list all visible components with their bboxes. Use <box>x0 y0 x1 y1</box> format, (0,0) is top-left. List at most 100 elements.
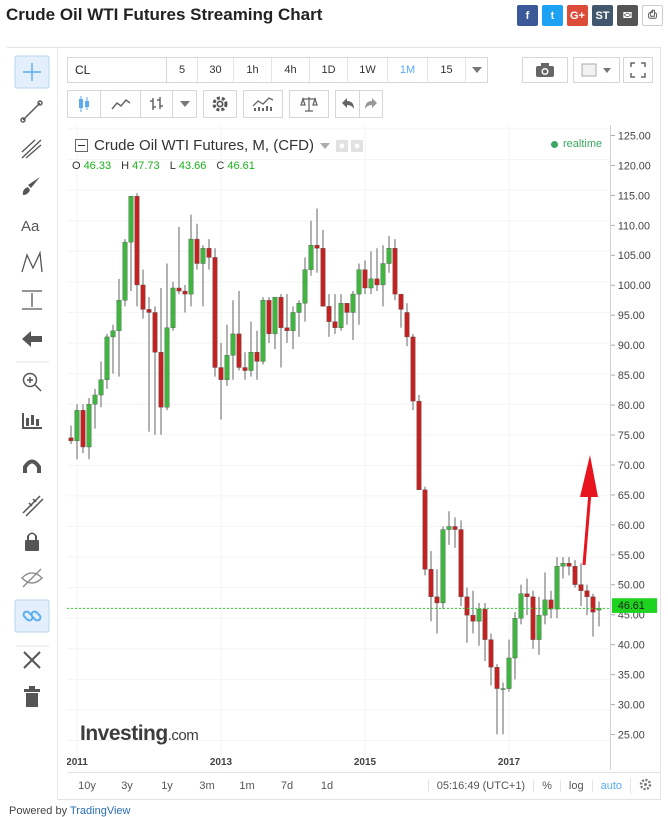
interval-4h[interactable]: 4h <box>271 58 309 82</box>
arrow-head <box>580 455 598 497</box>
candle-body <box>368 278 374 289</box>
realtime-indicator: realtime <box>551 138 602 150</box>
candle <box>164 263 170 411</box>
log-toggle[interactable]: log <box>559 779 592 792</box>
interval-5[interactable]: 5 <box>167 58 197 82</box>
interval-15[interactable]: 15 <box>427 58 465 82</box>
range-3y[interactable]: 3y <box>107 780 147 792</box>
symbol-search-input[interactable]: CL <box>67 57 167 83</box>
bars-style-button[interactable] <box>141 90 173 118</box>
magnet-icon <box>23 459 41 473</box>
range-1m[interactable]: 1m <box>227 780 267 792</box>
range-1y[interactable]: 1y <box>147 780 187 792</box>
candle <box>386 236 392 273</box>
interval-1d[interactable]: 1D <box>309 58 347 82</box>
price-tick-label: 80.00 <box>618 400 645 412</box>
range-3m[interactable]: 3m <box>187 780 227 792</box>
chevron-down-icon[interactable] <box>320 142 331 149</box>
zoom-icon <box>22 372 42 392</box>
compare-button[interactable] <box>289 90 329 118</box>
undo-button[interactable] <box>335 90 359 118</box>
candle <box>530 590 536 649</box>
candle <box>584 584 590 616</box>
print-icon[interactable]: ⎙ <box>642 5 663 26</box>
price-tick-label: 40.00 <box>618 640 645 652</box>
scale-settings-button[interactable] <box>630 777 660 794</box>
percent-toggle[interactable]: % <box>533 779 560 792</box>
time-tick-label: 2015 <box>354 757 377 768</box>
candle <box>266 297 272 344</box>
candle <box>464 587 470 643</box>
candle <box>122 239 128 307</box>
indicators-button[interactable] <box>243 90 283 118</box>
chart-settings-button[interactable] <box>203 90 237 118</box>
candle <box>218 343 224 420</box>
chevron-down-icon <box>179 101 190 107</box>
candle <box>152 306 158 435</box>
tradingview-link[interactable]: TradingView <box>70 805 131 817</box>
chart-type-dropdown[interactable] <box>173 90 197 118</box>
candle <box>392 239 398 301</box>
candle-body <box>254 352 260 362</box>
chart-style-dropdown[interactable] <box>573 57 620 83</box>
candle-body <box>158 352 164 408</box>
candle-body <box>554 566 560 610</box>
email-icon[interactable]: ✉ <box>617 5 638 26</box>
bottom-bar: 10y 3y 1y 3m 1m 7d 1d 05:16:49 (UTC+1)% log auto <box>67 772 660 798</box>
legend-actions-icon[interactable] <box>336 139 366 152</box>
range-1d[interactable]: 1d <box>307 780 347 792</box>
price-tick-label: 65.00 <box>618 490 645 502</box>
ohlc-values: O 46.33 H 47.73 L 43.66 C 46.61 <box>72 160 255 172</box>
interval-dropdown[interactable] <box>465 58 487 82</box>
candle-body <box>392 248 398 295</box>
candles-style-button[interactable] <box>67 90 101 118</box>
google-plus-icon[interactable]: G+ <box>567 5 588 26</box>
collapse-legend-icon[interactable] <box>75 139 88 152</box>
facebook-icon[interactable]: f <box>517 5 538 26</box>
stocktwits-icon[interactable]: ST <box>592 5 613 26</box>
area-style-button[interactable] <box>101 90 141 118</box>
interval-selector: 5 30 1h 4h 1D 1W 1M 15 <box>167 57 488 83</box>
candle-body <box>134 196 140 286</box>
price-tick-label: 100.00 <box>618 280 651 292</box>
fullscreen-button[interactable] <box>623 57 653 83</box>
interval-30[interactable]: 30 <box>197 58 233 82</box>
auto-scale-toggle[interactable]: auto <box>591 779 630 792</box>
candle <box>254 330 260 380</box>
price-tick-label: 60.00 <box>618 520 645 532</box>
interval-1h[interactable]: 1h <box>233 58 271 82</box>
candle-body <box>188 238 194 295</box>
candle-body <box>572 566 578 585</box>
candle <box>410 333 416 411</box>
screenshot-button[interactable] <box>522 57 568 83</box>
twitter-icon[interactable]: t <box>542 5 563 26</box>
range-7d[interactable]: 7d <box>267 780 307 792</box>
range-10y[interactable]: 10y <box>67 780 107 792</box>
candle <box>422 486 428 576</box>
page-title: Crude Oil WTI Futures Streaming Chart <box>6 5 323 24</box>
candle-body <box>500 688 506 690</box>
candle <box>500 682 506 735</box>
high-value: 47.73 <box>132 160 160 172</box>
gear-icon <box>639 778 652 790</box>
candle-body <box>308 244 314 270</box>
open-value: 46.33 <box>83 160 112 172</box>
price-chart[interactable] <box>67 125 610 770</box>
candle <box>176 226 182 295</box>
chart-legend-title[interactable]: Crude Oil WTI Futures, M, (CFD) <box>75 137 366 154</box>
candle-body <box>410 336 416 402</box>
redo-button[interactable] <box>359 90 383 118</box>
candle-body <box>380 263 386 286</box>
candle <box>206 239 212 270</box>
interval-1w[interactable]: 1W <box>347 58 387 82</box>
candle <box>338 294 344 331</box>
interval-1m[interactable]: 1M <box>387 58 427 82</box>
price-tick-label: 120.00 <box>618 160 651 172</box>
price-axis[interactable]: 25.0030.0035.0040.0045.0050.0055.0060.00… <box>610 125 659 770</box>
candle <box>434 569 440 634</box>
candle <box>110 324 116 374</box>
candle <box>194 223 200 270</box>
candle <box>368 251 374 295</box>
share-buttons: f t G+ ST ✉ ⎙ <box>517 5 663 26</box>
candle-body <box>218 367 224 380</box>
